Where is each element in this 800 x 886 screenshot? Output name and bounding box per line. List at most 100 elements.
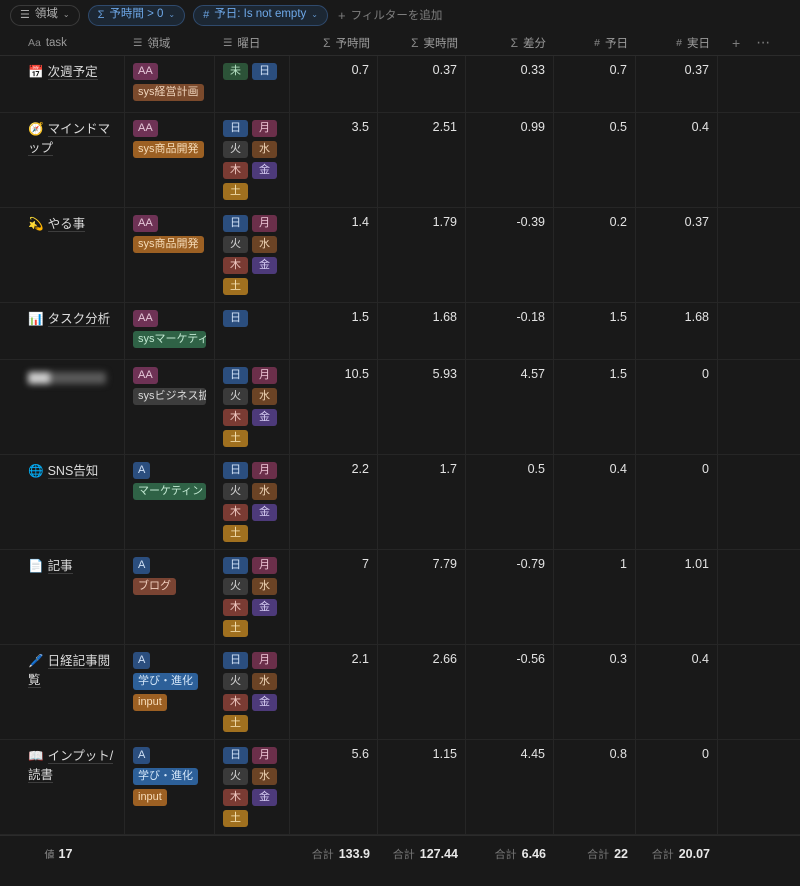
cell-yotei-jikan[interactable]: 0.7 — [290, 56, 378, 112]
cell-jitsujitsu[interactable]: 0.4 — [636, 113, 718, 207]
weekday-tag[interactable]: 日 — [223, 652, 248, 669]
cell-jitsu-jikan[interactable]: 0.37 — [378, 56, 466, 112]
column-header-jitsu-jikan[interactable]: Σ 実時間 — [378, 30, 466, 56]
cell-weekday[interactable]: 日月火水木金土 — [215, 740, 290, 834]
area-tag[interactable]: input — [133, 789, 167, 806]
cell-task[interactable]: 📖 インプット/読書 — [0, 740, 125, 834]
area-tag[interactable]: AA — [133, 215, 158, 232]
cell-task[interactable]: 📄 記事 — [0, 550, 125, 644]
table-row[interactable]: 🌐 SNS告知 A マーケティン日月火水木金土 2.2 1.7 0.5 0.4 0 — [0, 455, 800, 550]
area-tag[interactable]: マーケティン — [133, 483, 206, 500]
weekday-tag[interactable]: 金 — [252, 162, 277, 179]
weekday-tag[interactable]: 火 — [223, 483, 248, 500]
cell-task[interactable]: 💫 やる事 — [0, 208, 125, 302]
cell-jitsu-jikan[interactable]: 2.66 — [378, 645, 466, 739]
cell-area[interactable]: AA sys商品開発 — [125, 208, 215, 302]
filter-pill-1[interactable]: Σ 予時間 > 0 ⌄ — [87, 4, 186, 26]
cell-weekday[interactable]: 日月火水木金土 — [215, 113, 290, 207]
area-tag[interactable]: A — [133, 652, 151, 669]
weekday-tag[interactable]: 月 — [252, 215, 277, 232]
weekday-tag[interactable]: 土 — [223, 620, 248, 637]
weekday-tag[interactable]: 金 — [252, 599, 277, 616]
cell-task[interactable] — [0, 360, 125, 454]
column-header-yotei-jikan[interactable]: Σ 予時間 — [290, 30, 378, 56]
weekday-tag[interactable]: 木 — [223, 409, 248, 426]
area-tag[interactable]: 学び・進化 — [133, 768, 198, 785]
column-header-jitsujitsu[interactable]: # 実日 — [636, 30, 718, 56]
cell-yojitsu[interactable]: 0.2 — [554, 208, 636, 302]
cell-task[interactable]: 📅 次週予定 — [0, 56, 125, 112]
weekday-tag[interactable]: 土 — [223, 430, 248, 447]
cell-yojitsu[interactable]: 0.4 — [554, 455, 636, 549]
cell-area[interactable]: A 学び・進化 input — [125, 645, 215, 739]
area-tag[interactable]: sysビジネス拡 — [133, 388, 206, 405]
cell-jitsu-jikan[interactable]: 1.15 — [378, 740, 466, 834]
weekday-tag[interactable]: 日 — [223, 310, 248, 327]
table-row[interactable]: AA sysビジネス拡日月火水木金土 10.5 5.93 4.57 1.5 0 — [0, 360, 800, 455]
weekday-tag[interactable]: 水 — [252, 236, 277, 253]
weekday-tag[interactable]: 水 — [252, 673, 277, 690]
column-header-area[interactable]: ☰ 領域 — [125, 30, 215, 56]
weekday-tag[interactable]: 水 — [252, 768, 277, 785]
area-tag[interactable]: sys経営計画 — [133, 84, 204, 101]
footer-count[interactable]: 値 17 — [0, 836, 125, 872]
weekday-tag[interactable]: 月 — [252, 747, 277, 764]
cell-area[interactable]: AA sysビジネス拡 — [125, 360, 215, 454]
cell-area[interactable]: AA sys経営計画 — [125, 56, 215, 112]
cell-yojitsu[interactable]: 1.5 — [554, 360, 636, 454]
cell-area[interactable]: A 学び・進化 input — [125, 740, 215, 834]
footer-total-yotei-jikan[interactable]: 合計 133.9 — [290, 836, 378, 872]
area-tag[interactable]: A — [133, 747, 151, 764]
more-options-icon[interactable]: ⋯ — [756, 34, 770, 51]
table-row[interactable]: 📅 次週予定 AA sys経営計画 未日 0.7 0.37 0.33 0.7 0.37 — [0, 56, 800, 113]
cell-yotei-jikan[interactable]: 10.5 — [290, 360, 378, 454]
cell-area[interactable]: A ブログ — [125, 550, 215, 644]
weekday-tag[interactable]: 月 — [252, 652, 277, 669]
weekday-tag[interactable]: 金 — [252, 409, 277, 426]
weekday-tag[interactable]: 金 — [252, 694, 277, 711]
footer-total-jitsu-jikan[interactable]: 合計 127.44 — [378, 836, 466, 872]
area-tag[interactable]: sys商品開発 — [133, 141, 204, 158]
cell-weekday[interactable]: 日月火水木金土 — [215, 208, 290, 302]
weekday-tag[interactable]: 金 — [252, 257, 277, 274]
cell-yojitsu[interactable]: 0.5 — [554, 113, 636, 207]
weekday-tag[interactable]: 火 — [223, 578, 248, 595]
footer-total-jitsujitsu[interactable]: 合計 20.07 — [636, 836, 718, 872]
cell-area[interactable]: AA sys商品開発 — [125, 113, 215, 207]
area-tag[interactable]: input — [133, 694, 167, 711]
cell-jitsu-jikan[interactable]: 1.7 — [378, 455, 466, 549]
cell-jitsu-jikan[interactable]: 1.68 — [378, 303, 466, 359]
weekday-tag[interactable]: 水 — [252, 388, 277, 405]
cell-jitsujitsu[interactable]: 0.37 — [636, 208, 718, 302]
cell-sabun[interactable]: -0.79 — [466, 550, 554, 644]
weekday-tag[interactable]: 火 — [223, 236, 248, 253]
weekday-tag[interactable]: 火 — [223, 141, 248, 158]
cell-jitsu-jikan[interactable]: 1.79 — [378, 208, 466, 302]
weekday-tag[interactable]: 月 — [252, 557, 277, 574]
weekday-tag[interactable]: 日 — [223, 462, 248, 479]
area-tag[interactable]: AA — [133, 310, 158, 327]
add-column-icon[interactable]: + — [732, 35, 740, 51]
cell-yotei-jikan[interactable]: 2.1 — [290, 645, 378, 739]
weekday-tag[interactable]: 木 — [223, 504, 248, 521]
cell-jitsujitsu[interactable]: 0.37 — [636, 56, 718, 112]
weekday-tag[interactable]: 土 — [223, 525, 248, 542]
footer-total-sabun[interactable]: 合計 6.46 — [466, 836, 554, 872]
weekday-tag[interactable]: 日 — [223, 557, 248, 574]
cell-sabun[interactable]: -0.18 — [466, 303, 554, 359]
weekday-tag[interactable]: 木 — [223, 694, 248, 711]
weekday-tag[interactable]: 日 — [223, 747, 248, 764]
weekday-tag[interactable]: 月 — [252, 120, 277, 137]
weekday-tag[interactable]: 日 — [223, 367, 248, 384]
table-row[interactable]: 🖊️ 日経記事閲覧 A 学び・進化 input 日月火水木金土 2.1 2.66 -0.56 0.… — [0, 645, 800, 740]
cell-jitsujitsu[interactable]: 0.4 — [636, 645, 718, 739]
cell-jitsu-jikan[interactable]: 7.79 — [378, 550, 466, 644]
cell-weekday[interactable]: 日 — [215, 303, 290, 359]
cell-task[interactable]: 📊 タスク分析 — [0, 303, 125, 359]
table-row[interactable]: 📊 タスク分析 AA sysマーケティ日 1.5 1.68 -0.18 1.5 1.68 — [0, 303, 800, 360]
weekday-tag[interactable]: 水 — [252, 578, 277, 595]
weekday-tag[interactable]: 金 — [252, 789, 277, 806]
cell-task[interactable]: 🖊️ 日経記事閲覧 — [0, 645, 125, 739]
cell-yojitsu[interactable]: 1.5 — [554, 303, 636, 359]
weekday-tag[interactable]: 日 — [223, 120, 248, 137]
